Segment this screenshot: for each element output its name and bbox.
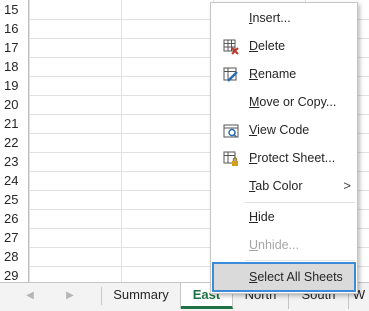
row-header[interactable]: 22 — [0, 133, 29, 152]
row-header[interactable]: 27 — [0, 228, 29, 247]
menu-item-unhide: Unhide... — [211, 232, 357, 258]
menu-item-label: Tab Color — [249, 179, 303, 193]
menu-item-insert[interactable]: Insert... — [211, 5, 357, 31]
menu-item-label: Delete — [249, 39, 286, 53]
row-header[interactable]: 23 — [0, 152, 29, 171]
row-header[interactable]: 16 — [0, 19, 29, 38]
row-header[interactable]: 18 — [0, 57, 29, 76]
menu-item-tab-color[interactable]: Tab Color > — [211, 173, 357, 199]
scroll-tabs-left-icon[interactable]: ◀ — [24, 290, 36, 302]
row-header[interactable]: 25 — [0, 190, 29, 209]
row-header[interactable]: 17 — [0, 38, 29, 57]
menu-item-delete[interactable]: Delete — [211, 33, 357, 59]
menu-item-label: Protect Sheet... — [249, 151, 336, 165]
menu-item-rename[interactable]: Rename — [211, 61, 357, 87]
row-header[interactable]: 19 — [0, 76, 29, 95]
row-header[interactable]: 15 — [0, 0, 29, 19]
sheet-context-menu: Insert... Delete Rename Move or Copy... … — [210, 2, 358, 294]
menu-item-label: Insert... — [249, 11, 291, 25]
menu-item-protect-sheet[interactable]: Protect Sheet... — [211, 145, 357, 171]
row-header[interactable]: 29 — [0, 266, 29, 282]
menu-item-view-code[interactable]: View Code — [211, 117, 357, 143]
view-code-icon — [223, 122, 239, 138]
menu-item-move-or-copy[interactable]: Move or Copy... — [211, 89, 357, 115]
delete-sheet-icon — [223, 38, 239, 55]
menu-item-label: Move or Copy... — [249, 95, 337, 109]
menu-item-select-all-sheets[interactable]: Select All Sheets — [212, 262, 356, 292]
submenu-chevron-right-icon: > — [343, 178, 351, 193]
menu-item-label: Unhide... — [249, 238, 300, 252]
menu-item-label: View Code — [249, 123, 310, 137]
menu-item-label: Select All Sheets — [249, 270, 343, 284]
protect-sheet-icon — [223, 150, 239, 166]
menu-item-hide[interactable]: Hide — [211, 204, 357, 230]
menu-item-label: Hide — [249, 210, 275, 224]
sheet-tab-summary[interactable]: Summary — [102, 283, 181, 309]
row-header[interactable]: 28 — [0, 247, 29, 266]
menu-separator — [245, 202, 355, 203]
row-header[interactable]: 20 — [0, 95, 29, 114]
scroll-tabs-right-icon[interactable]: ▶ — [64, 290, 76, 302]
rename-sheet-icon — [223, 66, 239, 82]
row-header[interactable]: 24 — [0, 171, 29, 190]
menu-item-label: Rename — [249, 67, 297, 81]
row-header[interactable]: 26 — [0, 209, 29, 228]
menu-separator — [245, 260, 355, 261]
row-header[interactable]: 21 — [0, 114, 29, 133]
